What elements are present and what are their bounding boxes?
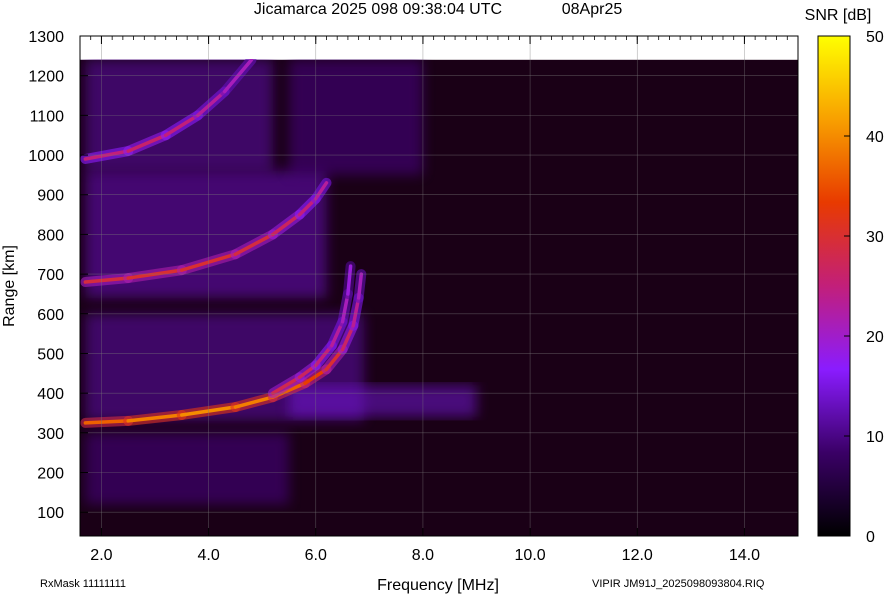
y-tick-label: 500	[37, 346, 64, 363]
x-tick-label: 14.0	[729, 547, 760, 564]
x-tick-label: 2.0	[90, 547, 112, 564]
y-tick-label: 800	[37, 227, 64, 244]
y-tick-label: 600	[37, 307, 64, 324]
x-tick-label: 10.0	[515, 547, 546, 564]
colorbar-tick-label: 40	[866, 129, 884, 146]
x-tick-label: 6.0	[305, 547, 327, 564]
diffuse-region-3	[85, 432, 289, 505]
y-tick-label: 700	[37, 267, 64, 284]
colorbar-tick-label: 10	[866, 429, 884, 446]
file-name-label: VIPIR JM91J_2025098093804.RIQ	[592, 578, 765, 590]
colorbar-tick-label: 30	[866, 229, 884, 246]
chart-title: Jicamarca 2025 098 09:38:04 UTC	[254, 1, 502, 18]
y-axis-title: Range [km]	[1, 245, 18, 327]
rx-mask-label: RxMask 11111111	[40, 578, 126, 590]
y-tick-label: 1200	[28, 69, 64, 86]
x-tick-label: 4.0	[197, 547, 219, 564]
diffuse-region-2	[288, 385, 477, 417]
x-tick-label: 8.0	[412, 547, 434, 564]
colorbar-tick-label: 20	[866, 329, 884, 346]
y-tick-label: 1100	[30, 108, 65, 125]
y-tick-label: 300	[37, 426, 64, 443]
y-tick-label: 100	[37, 505, 64, 522]
trace-segment	[83, 419, 130, 425]
y-tick-label: 900	[37, 188, 64, 205]
colorbar-title: SNR [dB]	[805, 7, 872, 24]
y-tick-label: 400	[37, 386, 64, 403]
x-tick-label: 12.0	[622, 547, 653, 564]
ionogram-chart: 2.0 4.0 6.0 8.0 10.0 12.0 14.01002003004005006…	[1, 1, 884, 594]
colorbar-tick-label: 50	[866, 29, 884, 46]
y-tick-label: 1000	[28, 148, 64, 165]
colorbar-tick-label: 0	[866, 529, 875, 546]
diffuse-region-6	[288, 59, 423, 175]
x-axis-title: Frequency [MHz]	[377, 577, 499, 594]
y-tick-label: 200	[37, 466, 64, 483]
y-tick-label: 1300	[28, 29, 64, 46]
colorbar	[817, 35, 851, 537]
chart-date: 08Apr25	[562, 1, 623, 18]
